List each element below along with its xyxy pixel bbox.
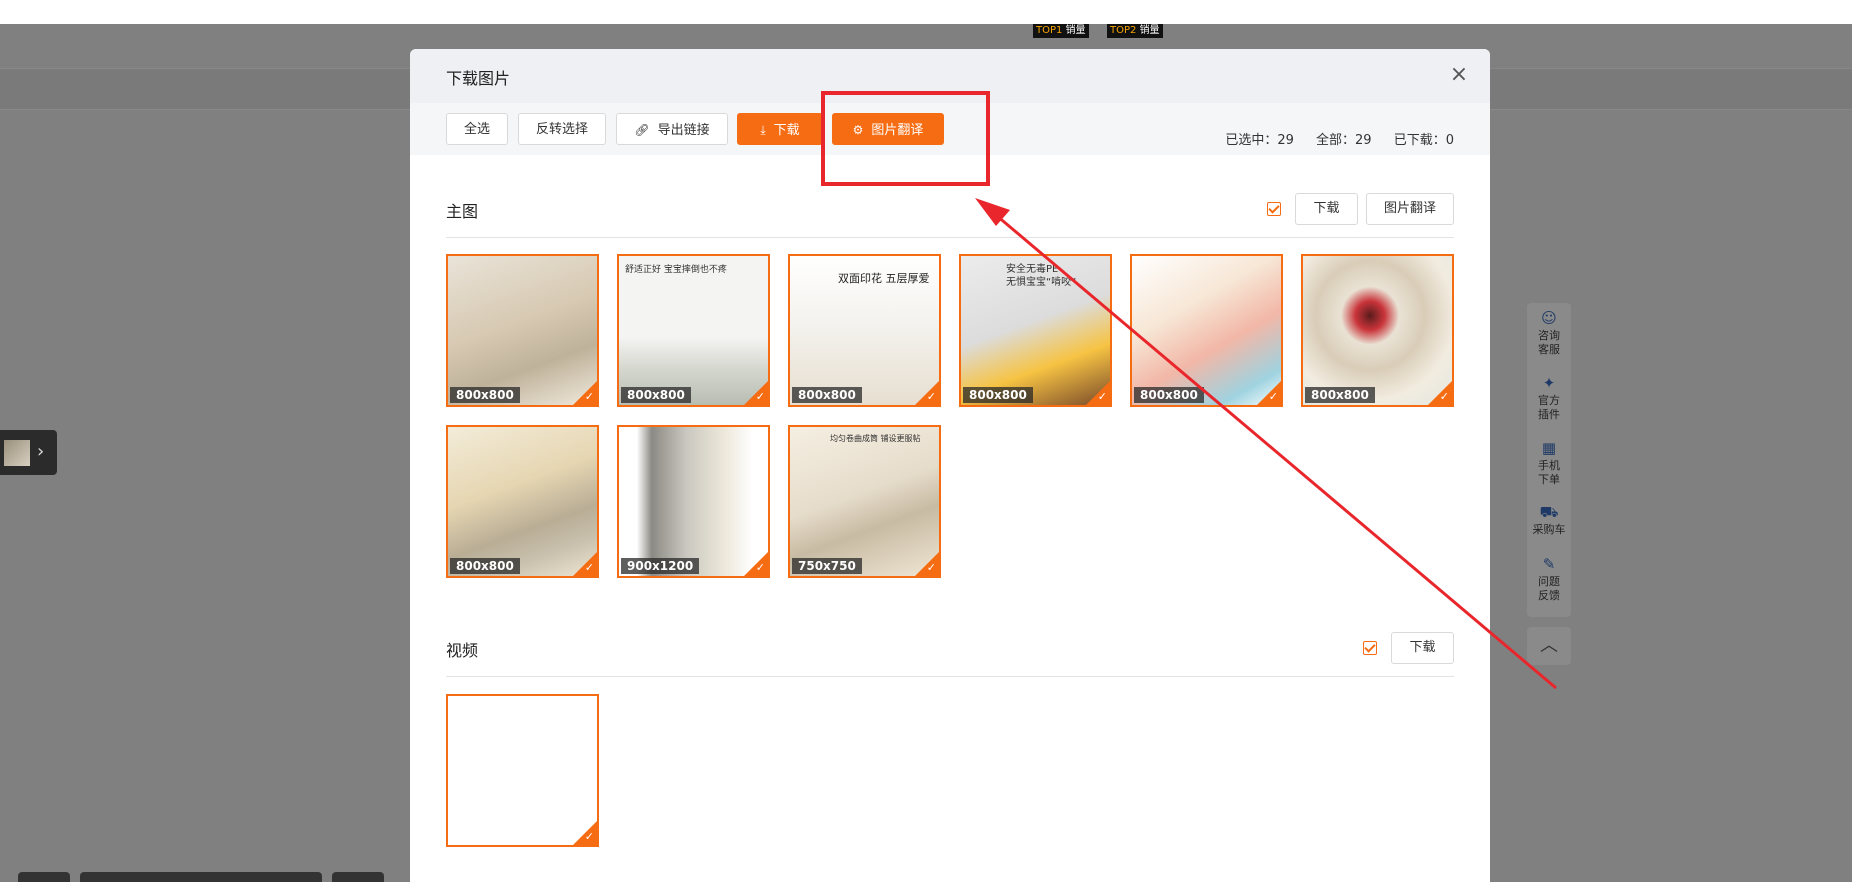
selection-stats: 已选中：29 全部：29 已下载：0: [1207, 129, 1454, 148]
video-download-button[interactable]: 下载: [1391, 632, 1454, 664]
product-image-thumb[interactable]: 800x800 ✓: [1130, 254, 1283, 407]
browser-top-bar: [0, 0, 1852, 24]
product-image-thumb[interactable]: 舒适正好 宝宝摔倒也不疼 800x800 ✓: [617, 254, 770, 407]
edit-icon: ✎: [1542, 555, 1556, 573]
product-image-thumb[interactable]: 800x800 ✓: [446, 254, 599, 407]
selected-count: 已选中：29: [1225, 133, 1294, 148]
modal-title: 下载图片: [446, 69, 511, 88]
export-links-button[interactable]: 🔗︎ 导出链接: [616, 113, 728, 145]
main-translate-button[interactable]: 图片翻译: [1366, 193, 1454, 225]
chevron-right-icon: ›: [37, 441, 45, 462]
link-icon: 🔗︎: [634, 123, 650, 137]
side-item-cart[interactable]: ⛟ 采购车: [1527, 503, 1571, 537]
translate-icon: ⚙: [852, 123, 864, 137]
check-icon: ✓: [1439, 390, 1449, 403]
bottom-bar-button[interactable]: [18, 872, 70, 882]
divider: [446, 237, 1454, 238]
chevron-up-icon: ︿: [1540, 635, 1558, 656]
check-icon: ✓: [926, 390, 936, 403]
modal-toolbar: 全选 反转选择 🔗︎ 导出链接 ⤓ 下载 ⚙ 图片翻译 已选中：29 全部：29 已下…: [410, 103, 1490, 155]
download-button[interactable]: ⤓ 下载: [737, 113, 823, 145]
check-icon: ✓: [584, 830, 594, 843]
check-icon: ✓: [755, 561, 765, 574]
main-images-checkbox[interactable]: [1267, 202, 1281, 216]
product-image-thumb[interactable]: 800x800 ✓: [1301, 254, 1454, 407]
main-images-title: 主图: [446, 202, 479, 221]
scroll-top-button[interactable]: ︿: [1527, 627, 1571, 665]
floating-product-thumb[interactable]: ›: [0, 430, 57, 475]
video-checkbox[interactable]: [1363, 641, 1377, 655]
check-icon: ✓: [1268, 390, 1278, 403]
product-image-thumb[interactable]: 均匀卷曲成筒 铺设更服帖 750x750 ✓: [788, 425, 941, 578]
main-download-button[interactable]: 下载: [1295, 193, 1358, 225]
video-section-title: 视频: [446, 641, 479, 660]
check-icon: ✓: [926, 561, 936, 574]
modal-header: 下载图片 ×: [410, 49, 1490, 103]
total-count: 全部：29: [1316, 133, 1372, 148]
side-item-official-plugin[interactable]: ✦ 官方 插件: [1527, 374, 1571, 422]
bottom-bar-button[interactable]: [332, 872, 384, 882]
check-icon: ✓: [1097, 390, 1107, 403]
side-tool-panel: ☺ 咨询 客服 ✦ 官方 插件 ▦ 手机 下单 ⛟ 采购车 ✎ 问题 反馈: [1527, 303, 1571, 617]
product-image-thumb[interactable]: 安全无毒PE 无惧宝宝“啃咬” 800x800 ✓: [959, 254, 1112, 407]
product-thumb-image: [4, 440, 30, 466]
image-translate-button[interactable]: ⚙ 图片翻译: [832, 113, 944, 145]
top1-sales-badge: TOP1 销量: [1033, 24, 1089, 38]
invert-select-button[interactable]: 反转选择: [518, 113, 606, 145]
check-icon: ✓: [755, 390, 765, 403]
check-icon: ✓: [584, 390, 594, 403]
plugin-icon: ✦: [1542, 374, 1556, 392]
side-item-mobile-order[interactable]: ▦ 手机 下单: [1527, 439, 1571, 487]
select-all-button[interactable]: 全选: [446, 113, 508, 145]
cart-icon: ⛟: [1539, 503, 1559, 521]
qr-code-icon: ▦: [1541, 439, 1557, 457]
close-icon[interactable]: ×: [1446, 62, 1472, 88]
bottom-bar-button[interactable]: [80, 872, 322, 882]
check-icon: ✓: [584, 561, 594, 574]
product-image-thumb[interactable]: 900x1200 ✓: [617, 425, 770, 578]
product-image-thumb[interactable]: 双面印花 五层厚爱 800x800 ✓: [788, 254, 941, 407]
top2-sales-badge: TOP2 销量: [1107, 24, 1163, 38]
download-images-modal: 下载图片 × 全选 反转选择 🔗︎ 导出链接 ⤓ 下载 ⚙ 图片翻译 已选中：29 全…: [410, 49, 1490, 882]
product-image-thumb[interactable]: 800x800 ✓: [446, 425, 599, 578]
side-item-customer-service[interactable]: ☺ 咨询 客服: [1527, 309, 1571, 357]
downloaded-count: 已下载：0: [1393, 133, 1454, 148]
download-icon: ⤓: [760, 123, 766, 137]
video-thumb[interactable]: ✓: [446, 694, 599, 847]
chat-icon: ☺: [1541, 309, 1557, 327]
divider: [446, 676, 1454, 677]
side-item-feedback[interactable]: ✎ 问题 反馈: [1527, 555, 1571, 603]
